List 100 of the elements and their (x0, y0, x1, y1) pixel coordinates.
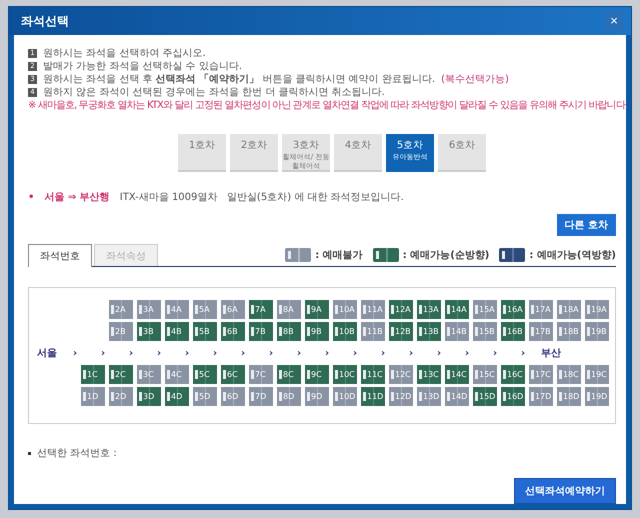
seat[interactable]: 3A (137, 300, 161, 319)
seat[interactable]: 8B (277, 322, 301, 341)
direction-arrow: › (156, 348, 162, 358)
seat[interactable]: 9A (305, 300, 329, 319)
train-info: ITX-새마을 1009열차 일반실(5호차) 에 대한 좌석정보입니다. (120, 191, 404, 204)
seat-tab[interactable]: 좌석번호 (28, 244, 92, 267)
seat[interactable]: 3B (137, 322, 161, 341)
seat[interactable]: 11C (361, 365, 385, 384)
reserve-button[interactable]: 선택좌석예약하기 (514, 478, 616, 504)
legend-label: : 예매불가 (315, 249, 363, 262)
seat[interactable]: 13A (417, 300, 441, 319)
seat[interactable]: 3D (137, 387, 161, 406)
seat[interactable]: 7A (249, 300, 273, 319)
other-car-button[interactable]: 다른 호차 (556, 214, 616, 236)
seat[interactable]: 13D (417, 387, 441, 406)
seat[interactable]: 2A (109, 300, 133, 319)
seat[interactable]: 17D (529, 387, 553, 406)
selected-seats-label: 선택한 좌석번호 : (37, 447, 117, 460)
close-button[interactable]: × (605, 12, 623, 30)
seat[interactable]: 5C (193, 365, 217, 384)
seat[interactable]: 17B (529, 322, 553, 341)
seat[interactable]: 5A (193, 300, 217, 319)
seat[interactable]: 4B (165, 322, 189, 341)
seat[interactable]: 17C (529, 365, 553, 384)
instruction-text: 발매가 가능한 좌석을 선택하실 수 있습니다. (43, 60, 242, 73)
seat[interactable]: 5D (193, 387, 217, 406)
seat[interactable]: 6C (221, 365, 245, 384)
seat[interactable]: 11D (361, 387, 385, 406)
seat[interactable]: 15C (473, 365, 497, 384)
direction-arrow: › (492, 348, 498, 358)
seat[interactable]: 10A (333, 300, 357, 319)
seat-tab[interactable]: 좌석속성 (94, 244, 158, 266)
seat[interactable]: 2C (109, 365, 133, 384)
seat[interactable]: 13B (417, 322, 441, 341)
direction-arrow: › (240, 348, 246, 358)
seat[interactable]: 6A (221, 300, 245, 319)
seat[interactable]: 11A (361, 300, 385, 319)
seat[interactable]: 19A (585, 300, 609, 319)
seat[interactable]: 18B (557, 322, 581, 341)
direction-arrow: › (184, 348, 190, 358)
car-tab[interactable]: 4호차 (334, 134, 382, 172)
seat[interactable]: 19D (585, 387, 609, 406)
seat[interactable]: 6B (221, 322, 245, 341)
direction-arrow: › (520, 348, 526, 358)
seat[interactable]: 4D (165, 387, 189, 406)
seat[interactable]: 6D (221, 387, 245, 406)
seat[interactable]: 9C (305, 365, 329, 384)
seat[interactable]: 10D (333, 387, 357, 406)
seat[interactable]: 19B (585, 322, 609, 341)
seat[interactable]: 14D (445, 387, 469, 406)
seat[interactable]: 16B (501, 322, 525, 341)
seat[interactable]: 18A (557, 300, 581, 319)
direction-arrow: › (464, 348, 470, 358)
car-tab[interactable]: 1호차 (178, 134, 226, 172)
seat[interactable]: 8C (277, 365, 301, 384)
seat[interactable]: 12A (389, 300, 413, 319)
seat[interactable]: 8A (277, 300, 301, 319)
seat[interactable]: 12D (389, 387, 413, 406)
seat[interactable]: 14B (445, 322, 469, 341)
seat[interactable]: 17A (529, 300, 553, 319)
seat[interactable]: 19C (585, 365, 609, 384)
seat[interactable]: 12C (389, 365, 413, 384)
seat[interactable]: 8D (277, 387, 301, 406)
seat[interactable]: 2B (109, 322, 133, 341)
instruction-text: 원하시는 좌석을 선택 후 선택좌석 「예약하기」 버튼을 클릭하시면 예약이 완료됩니다. (43, 73, 436, 86)
direction-arrow: › (100, 348, 106, 358)
destination-label: 부산 (540, 347, 562, 360)
seat[interactable]: 9B (305, 322, 329, 341)
seat[interactable]: 15B (473, 322, 497, 341)
seat[interactable]: 9D (305, 387, 329, 406)
seat[interactable]: 18C (557, 365, 581, 384)
seat[interactable]: 2D (109, 387, 133, 406)
seat[interactable]: 4C (165, 365, 189, 384)
seat[interactable]: 18D (557, 387, 581, 406)
seat[interactable]: 5B (193, 322, 217, 341)
seat[interactable]: 16D (501, 387, 525, 406)
seat[interactable]: 16C (501, 365, 525, 384)
instruction-text: 원하시는 좌석을 선택하여 주십시오. (43, 47, 206, 60)
car-tab[interactable]: 2호차 (230, 134, 278, 172)
seat[interactable]: 1C (81, 365, 105, 384)
seat[interactable]: 14A (445, 300, 469, 319)
seat[interactable]: 10B (333, 322, 357, 341)
seat[interactable]: 7C (249, 365, 273, 384)
seat[interactable]: 15A (473, 300, 497, 319)
seat[interactable]: 13C (417, 365, 441, 384)
seat[interactable]: 10C (333, 365, 357, 384)
seat[interactable]: 14C (445, 365, 469, 384)
car-tab[interactable]: 6호차 (438, 134, 486, 172)
seat[interactable]: 7B (249, 322, 273, 341)
seat[interactable]: 7D (249, 387, 273, 406)
seat[interactable]: 3C (137, 365, 161, 384)
seat[interactable]: 12B (389, 322, 413, 341)
seat[interactable]: 15D (473, 387, 497, 406)
direction-arrow: › (380, 348, 386, 358)
seat[interactable]: 16A (501, 300, 525, 319)
direction-arrow: › (436, 348, 442, 358)
seat[interactable]: 11B (361, 322, 385, 341)
bullet: • (28, 192, 34, 202)
seat[interactable]: 1D (81, 387, 105, 406)
seat[interactable]: 4A (165, 300, 189, 319)
